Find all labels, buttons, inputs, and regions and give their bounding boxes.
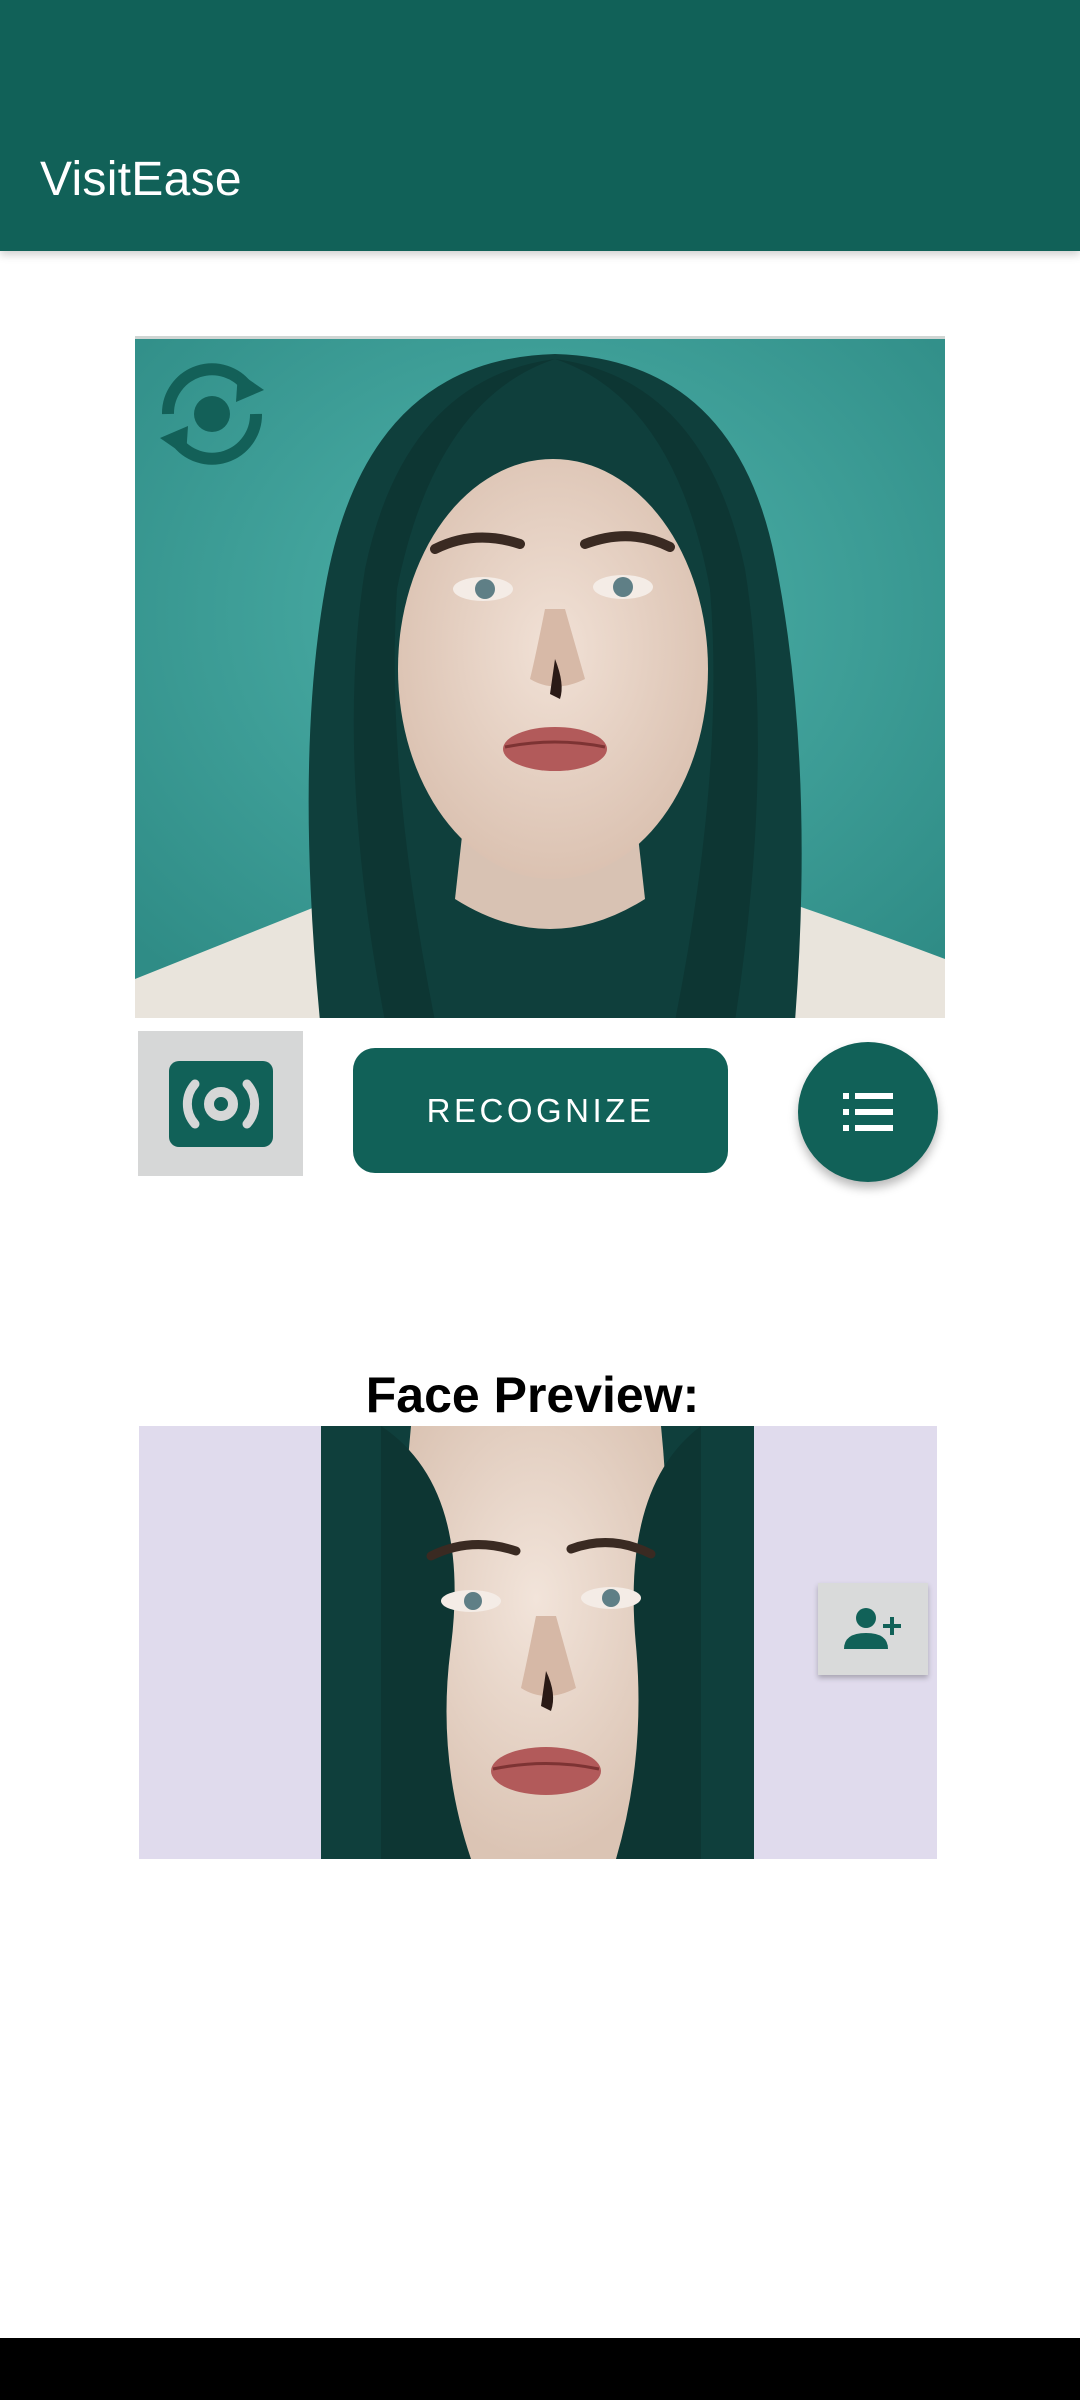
list-fab[interactable] xyxy=(798,1042,938,1182)
switch-camera-icon[interactable] xyxy=(148,350,276,478)
recognize-button[interactable]: RECOGNIZE xyxy=(353,1048,728,1173)
list-icon xyxy=(843,1093,893,1131)
app-title: VisitEase xyxy=(40,153,242,206)
camera-capture-icon xyxy=(168,1060,273,1147)
app-bar: VisitEase xyxy=(0,0,1080,251)
face-preview-title: Face Preview: xyxy=(365,1367,700,1423)
system-navigation-bar xyxy=(0,2338,1080,2400)
face-preview-image xyxy=(321,1426,754,1859)
add-person-button[interactable] xyxy=(818,1583,928,1675)
capture-button[interactable] xyxy=(138,1031,303,1176)
person-add-icon xyxy=(844,1608,901,1649)
